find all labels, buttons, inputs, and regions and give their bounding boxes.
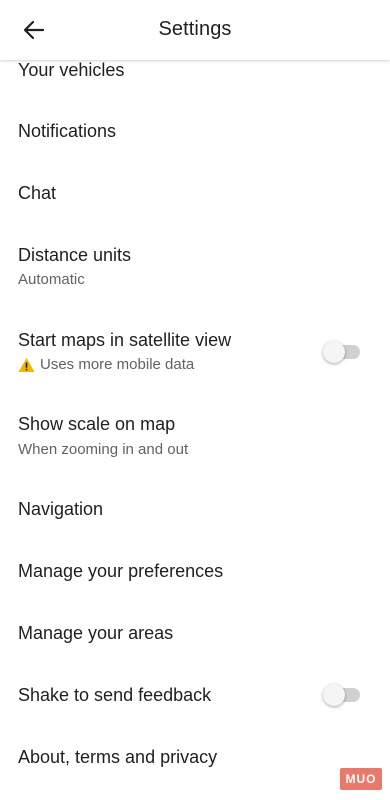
setting-subtitle: Uses more mobile data [18, 356, 194, 373]
setting-title: Notifications [18, 121, 117, 141]
shake-feedback-toggle[interactable] [323, 684, 360, 706]
setting-manage-preferences[interactable]: Manage your preferences [0, 550, 390, 592]
app-bar: Settings [0, 0, 390, 60]
setting-shake-feedback[interactable]: Shake to send feedback [0, 674, 390, 716]
setting-manage-areas[interactable]: Manage your areas [0, 612, 390, 654]
setting-title: Navigation [18, 499, 104, 519]
setting-title: Chat [18, 183, 57, 203]
setting-title: Shake to send feedback [18, 685, 212, 705]
setting-title: Distance units [18, 245, 132, 265]
setting-your-vehicles[interactable]: Your vehicles [0, 56, 390, 86]
setting-distance-units[interactable]: Distance units Automatic [0, 236, 390, 300]
setting-notifications[interactable]: Notifications [0, 110, 390, 152]
setting-title: Your vehicles [18, 60, 125, 80]
setting-chat[interactable]: Chat [0, 172, 390, 214]
page-title: Settings [158, 18, 232, 40]
setting-subtitle: Automatic [18, 271, 85, 288]
setting-title: Manage your areas [18, 623, 174, 643]
setting-title: Start maps in satellite view [18, 330, 232, 350]
toggle-knob [323, 684, 345, 706]
watermark-logo: MUO [340, 768, 382, 790]
setting-title: About, terms and privacy [18, 747, 218, 767]
setting-show-scale[interactable]: Show scale on map When zooming in and ou… [0, 404, 390, 468]
settings-list: Your vehicles Notifications Chat Distanc… [0, 0, 390, 800]
toggle-knob [323, 341, 345, 363]
setting-subtitle-text: Uses more mobile data [40, 356, 195, 373]
warning-icon [18, 357, 35, 373]
satellite-view-toggle[interactable] [323, 341, 360, 363]
setting-title: Show scale on map [18, 414, 176, 434]
setting-satellite-view[interactable]: Start maps in satellite view Uses more m… [0, 320, 390, 384]
setting-title: Manage your preferences [18, 561, 224, 581]
setting-about[interactable]: About, terms and privacy [0, 736, 390, 778]
setting-navigation[interactable]: Navigation [0, 488, 390, 530]
setting-subtitle: When zooming in and out [18, 441, 189, 458]
